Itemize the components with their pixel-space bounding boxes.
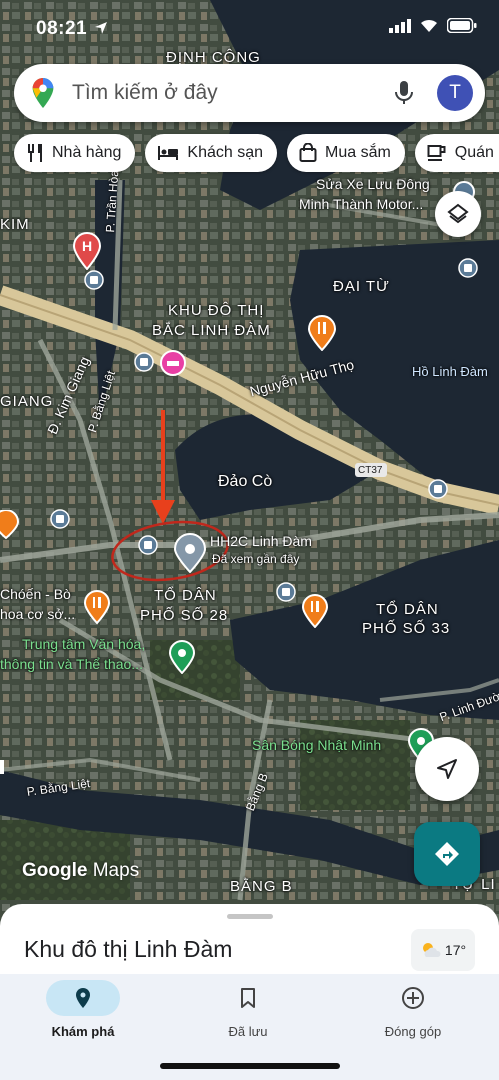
weather-temperature: 17°: [444, 942, 467, 958]
label-bang-b: BẰNG B: [230, 878, 293, 895]
home-indicator[interactable]: [160, 1063, 340, 1069]
search-bar[interactable]: Tìm kiếm ở đây T: [14, 64, 485, 122]
category-chips: Nhà hàng Khách sạn Mua sắm Quán c: [14, 134, 499, 172]
label-ho-linh-dam: Hồ Linh Đàm: [412, 364, 488, 379]
culture-center-pin-icon[interactable]: [168, 640, 196, 674]
search-input[interactable]: Tìm kiếm ở đây: [72, 81, 393, 105]
label-giang: GIANG: [0, 393, 54, 410]
directions-icon: [435, 842, 459, 866]
my-location-button[interactable]: [415, 737, 479, 801]
label-choen-2[interactable]: hoa cơ sở...: [0, 606, 75, 622]
label-to-dan-28-1: TỔ DÂN: [154, 587, 217, 604]
chip-hotels[interactable]: Khách sạn: [145, 134, 277, 172]
label-trung-tam-1[interactable]: Trung tâm Văn hóa,: [22, 636, 145, 652]
bus-stop-icon[interactable]: [134, 352, 154, 372]
hotel-icon: [158, 146, 179, 160]
bus-stop-icon[interactable]: [276, 582, 296, 602]
label-sua-xe-2[interactable]: Minh Thành Motor...: [299, 196, 423, 212]
battery-icon: [447, 18, 477, 33]
chip-label: Khách sạn: [187, 144, 263, 161]
label-ct37: CT37: [358, 465, 383, 476]
directions-button[interactable]: [414, 822, 480, 886]
layers-button[interactable]: [435, 191, 481, 237]
hotel-marker-icon[interactable]: [160, 350, 186, 376]
partly-cloudy-icon: [422, 943, 441, 957]
label-trung-tam-2[interactable]: thông tin và Thể thao...: [0, 656, 143, 672]
bus-stop-icon[interactable]: [138, 535, 158, 555]
nav-pill: [46, 980, 120, 1016]
coffee-icon: [427, 145, 446, 161]
status-bar: 08:21: [0, 0, 499, 56]
sheet-title: Khu đô thị Linh Đàm: [24, 936, 233, 962]
restaurant-icon: [28, 144, 42, 162]
status-time: 08:21: [36, 18, 88, 39]
nav-explore[interactable]: Khám phá: [8, 980, 158, 1039]
nav-contribute[interactable]: Đóng góp: [338, 980, 488, 1039]
microphone-icon[interactable]: [393, 80, 415, 106]
wifi-icon: [421, 19, 437, 32]
signal-icon: [389, 18, 411, 33]
label-sua-xe-1[interactable]: Sửa Xe Lưu Đông: [316, 176, 430, 192]
location-arrow-icon: [95, 22, 107, 34]
label-choen-1[interactable]: Chóến - Bò: [0, 586, 71, 602]
nav-label: Đã lưu: [228, 1024, 268, 1039]
label-to-dan-33-1: TỔ DÂN: [376, 601, 439, 618]
bus-stop-icon[interactable]: [84, 270, 104, 290]
chip-label: Quán c: [454, 144, 499, 161]
label-to-dan-28-2: PHỐ SỐ 28: [140, 607, 229, 624]
bus-stop-icon[interactable]: [458, 258, 478, 278]
sheet-drag-handle[interactable]: [227, 914, 273, 919]
nav-pill: [211, 980, 285, 1016]
avatar[interactable]: T: [437, 75, 473, 111]
label-san-bong[interactable]: Sân Bóng Nhật Minh: [252, 737, 381, 753]
watermark-google: Google: [22, 860, 88, 881]
restaurant-pin-icon[interactable]: [307, 315, 337, 351]
bus-stop-icon[interactable]: [50, 509, 70, 529]
nav-saved[interactable]: Đã lưu: [173, 980, 323, 1039]
navigation-arrow-icon: [437, 759, 457, 779]
restaurant-pin-icon[interactable]: [83, 590, 111, 624]
watermark-maps: Maps: [92, 860, 140, 881]
nav-pill: [376, 980, 450, 1016]
poi-edge-icon: [0, 760, 4, 774]
chip-label: Mua sắm: [325, 144, 391, 161]
label-bac-linh-dam-2: BẮC LINH ĐÀM: [152, 322, 271, 339]
svg-text:H: H: [82, 238, 92, 254]
label-da-xem: Đã xem gần đây: [212, 552, 300, 566]
google-maps-watermark: Google Maps: [22, 860, 139, 882]
label-to-dan-33-2: PHỐ SỐ 33: [362, 620, 451, 637]
chip-coffee[interactable]: Quán c: [414, 134, 499, 172]
nav-label: Đóng góp: [384, 1024, 442, 1039]
chip-restaurants[interactable]: Nhà hàng: [14, 134, 136, 172]
chip-label: Nhà hàng: [52, 144, 122, 161]
nav-label: Khám phá: [51, 1024, 115, 1039]
bus-stop-icon[interactable]: [428, 479, 448, 499]
label-dao-co: Đảo Cò: [218, 473, 273, 490]
chip-shopping[interactable]: Mua sắm: [287, 134, 405, 172]
label-hh2c[interactable]: HH2C Linh Đàm: [210, 533, 312, 549]
location-pin-icon[interactable]: [172, 533, 208, 573]
shopping-bag-icon: [299, 143, 317, 162]
location-pin-icon: [76, 988, 90, 1008]
label-bac-linh-dam-1: KHU ĐÔ THỊ: [168, 302, 265, 319]
label-kim: KIM: [0, 216, 30, 233]
hospital-pin-icon[interactable]: H: [72, 232, 102, 270]
restaurant-pin-icon[interactable]: [0, 510, 20, 540]
add-circle-icon: [402, 987, 424, 1009]
weather-badge[interactable]: 17°: [411, 929, 475, 971]
label-dai-tu: ĐẠI TỪ: [333, 278, 390, 295]
layers-icon: [447, 203, 469, 224]
bookmark-icon: [241, 988, 255, 1008]
status-icons: [389, 18, 477, 33]
google-maps-logo-icon: [32, 77, 54, 109]
restaurant-pin-icon[interactable]: [301, 594, 329, 628]
